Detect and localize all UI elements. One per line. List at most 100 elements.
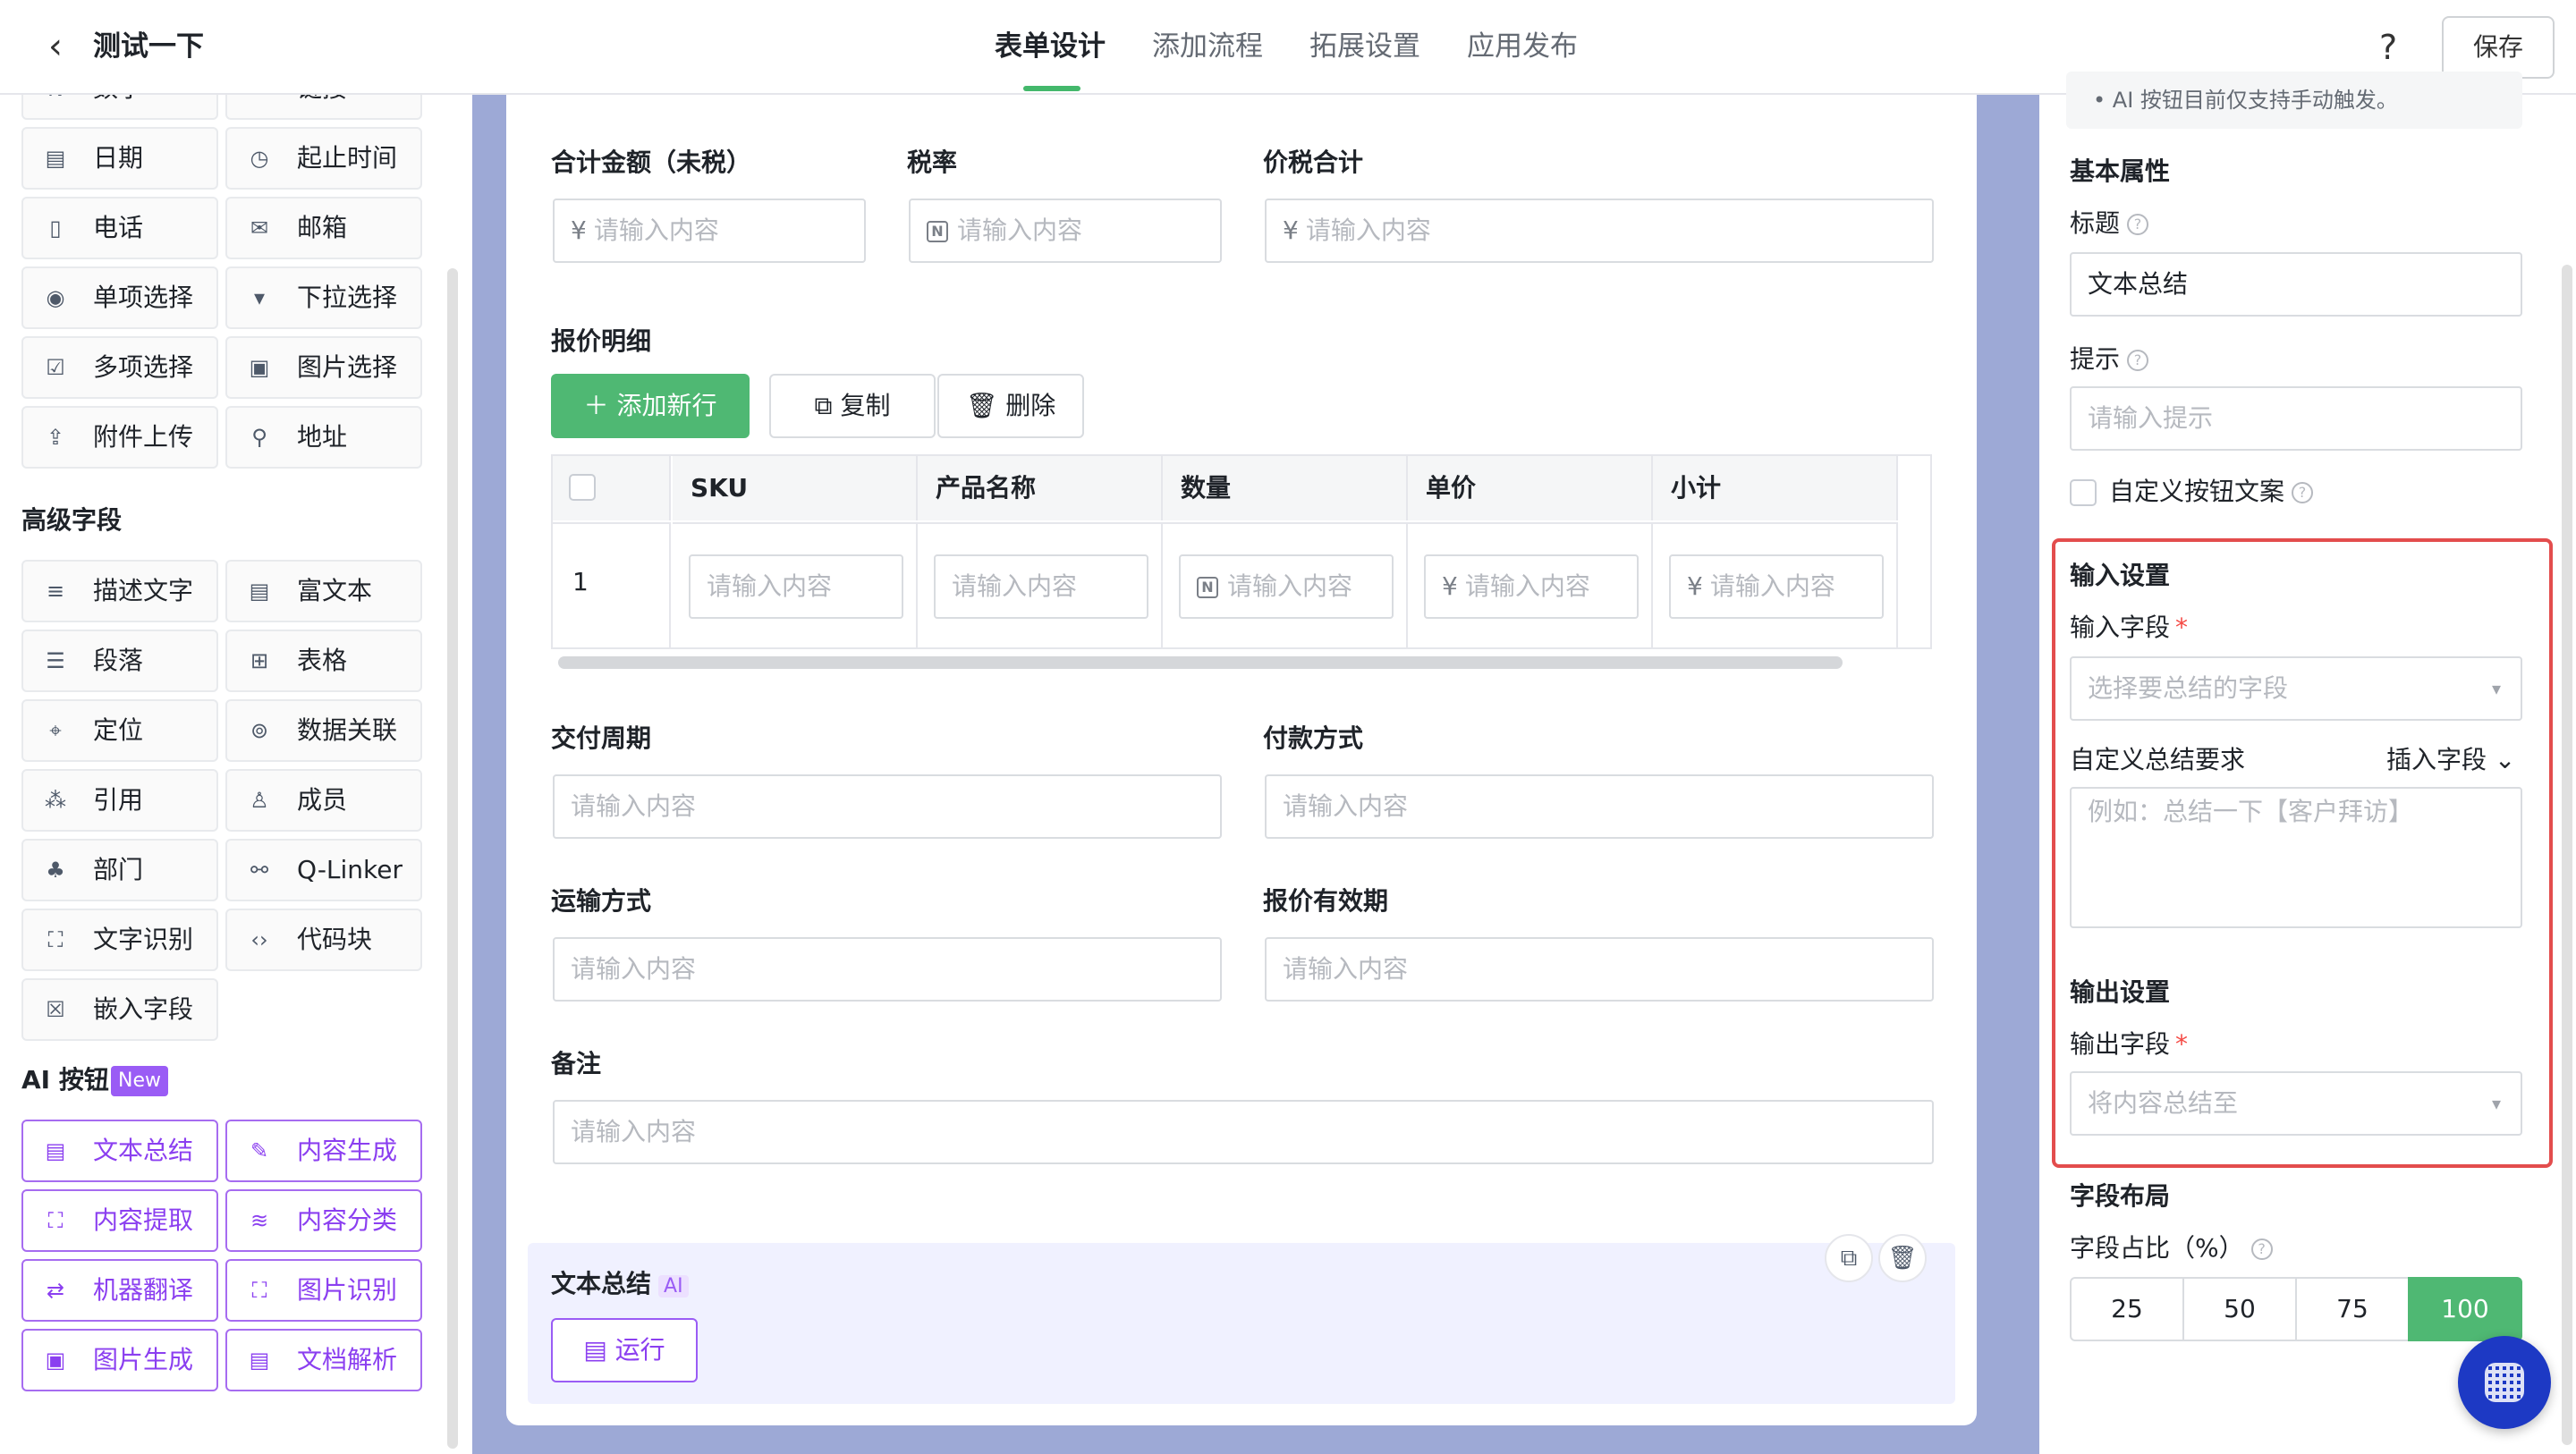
palette-item-ai-4[interactable]: ⇄ 机器翻译 (21, 1259, 218, 1322)
back-icon[interactable]: ‹ (36, 27, 75, 66)
table-row-index-cell: 1 (553, 522, 671, 649)
table-icon: ⊞ (250, 648, 269, 673)
ai-summary-block[interactable] (528, 1243, 1955, 1404)
palette-item-advanced-11[interactable]: ‹› 代码块 (225, 909, 422, 971)
help-icon[interactable]: ? (2127, 214, 2149, 235)
palette-item-advanced-4[interactable]: ⌖ 定位 (21, 699, 218, 762)
delete-button[interactable]: 🗑 删除 (937, 374, 1084, 438)
properties-scrollbar[interactable] (2562, 265, 2572, 1445)
palette-item-label: 图片生成 (93, 1345, 194, 1374)
select-all-checkbox[interactable] (569, 474, 596, 501)
tab-extend-settings[interactable]: 拓展设置 (1309, 25, 1420, 68)
tax-rate-input[interactable]: N 请输入内容 (909, 199, 1222, 263)
palette-item-basic-1[interactable]: ∞ 链接 (225, 95, 422, 120)
palette-item-label: 下拉选择 (297, 283, 398, 312)
assistant-float-button[interactable] (2458, 1336, 2551, 1429)
table-cell-input[interactable]: ¥ 请输入内容 (1669, 554, 1884, 619)
palette-item-ai-2[interactable]: ⛶ 内容提取 (21, 1189, 218, 1252)
palette-item-advanced-1[interactable]: ▤ 富文本 (225, 560, 422, 622)
palette-item-basic-3[interactable]: ◷ 起止时间 (225, 127, 422, 190)
palette-item-basic-8[interactable]: ☑ 多项选择 (21, 336, 218, 399)
add-row-button[interactable]: ＋ 添加新行 (551, 374, 750, 438)
validity-input[interactable]: 请输入内容 (1265, 937, 1934, 1002)
shipping-input[interactable]: 请输入内容 (553, 937, 1222, 1002)
palette-item-basic-5[interactable]: ✉ 邮箱 (225, 197, 422, 259)
palette-item-ai-3[interactable]: ≋ 内容分类 (225, 1189, 422, 1252)
help-icon[interactable]: ? (2127, 350, 2149, 371)
trash-icon[interactable]: 🗑 (1878, 1234, 1927, 1282)
output-field-select[interactable]: 将内容总结至 ▾ (2070, 1071, 2522, 1136)
chevron-down-icon: ⌄ (2487, 745, 2516, 774)
field-label-delivery: 交付周期 (551, 723, 652, 753)
palette-item-basic-6[interactable]: ◉ 单项选择 (21, 266, 218, 329)
palette-item-advanced-9[interactable]: ⚯ Q-Linker (225, 839, 422, 901)
field-ratio-label: 字段占比（%）? (2070, 1230, 2273, 1266)
code-block-icon: ‹› (250, 927, 268, 952)
ratio-option-50[interactable]: 50 (2182, 1277, 2297, 1341)
palette-item-advanced-12[interactable]: ☒ 嵌入字段 (21, 978, 218, 1041)
palette-item-ai-5[interactable]: ⛶ 图片识别 (225, 1259, 422, 1322)
palette-scrollbar[interactable] (447, 268, 458, 1449)
ratio-option-75[interactable]: 75 (2295, 1277, 2410, 1341)
ocr-icon: ⛶ (47, 927, 64, 952)
help-icon[interactable]: ? (2250, 1238, 2273, 1260)
input-settings-title: 输入设置 (2070, 561, 2171, 590)
run-button[interactable]: ▤ 运行 (551, 1318, 698, 1382)
tip-input[interactable]: 请输入提示 (2070, 386, 2522, 451)
table-horizontal-scrollbar[interactable] (558, 656, 1843, 669)
duplicate-icon[interactable]: ⧉ (1825, 1234, 1873, 1282)
text-summary-icon: ▤ (45, 1138, 66, 1163)
palette-item-basic-9[interactable]: ▣ 图片选择 (225, 336, 422, 399)
palette-item-advanced-0[interactable]: ≡ 描述文字 (21, 560, 218, 622)
tab-add-flow[interactable]: 添加流程 (1152, 25, 1263, 68)
payment-input[interactable]: 请输入内容 (1265, 774, 1934, 839)
title-label: 标题? (2070, 206, 2149, 241)
table-cell-input[interactable]: ¥ 请输入内容 (1424, 554, 1639, 619)
custom-requirement-textarea[interactable]: 例如：总结一下【客户拜访】 (2070, 787, 2522, 928)
copy-button[interactable]: ⧉ 复制 (769, 374, 936, 438)
palette-item-label: 文字识别 (93, 925, 194, 954)
total-with-tax-input[interactable]: ¥ 请输入内容 (1265, 199, 1934, 263)
date-icon: ▤ (45, 146, 66, 171)
tab-app-publish[interactable]: 应用发布 (1467, 25, 1578, 68)
palette-item-basic-11[interactable]: ⚲ 地址 (225, 406, 422, 469)
palette-item-label: 嵌入字段 (93, 994, 194, 1024)
palette-item-advanced-6[interactable]: ⁂ 引用 (21, 769, 218, 832)
palette-item-basic-4[interactable]: ▯ 电话 (21, 197, 218, 259)
palette-item-ai-1[interactable]: ✎ 内容生成 (225, 1120, 422, 1182)
palette-item-ai-6[interactable]: ▣ 图片生成 (21, 1329, 218, 1391)
link-icon: ∞ (245, 95, 274, 118)
table-cell-input[interactable]: 请输入内容 (689, 554, 903, 619)
palette-item-basic-2[interactable]: ▤ 日期 (21, 127, 218, 190)
table-cell-input[interactable]: 请输入内容 (934, 554, 1148, 619)
palette-item-advanced-5[interactable]: ⊚ 数据关联 (225, 699, 422, 762)
palette-item-basic-0[interactable]: N 数字 (21, 95, 218, 120)
ratio-option-25[interactable]: 25 (2070, 1277, 2184, 1341)
insert-field-dropdown[interactable]: 插入字段 ⌄ (2386, 742, 2515, 778)
delivery-input[interactable]: 请输入内容 (553, 774, 1222, 839)
palette-item-advanced-10[interactable]: ⛶ 文字识别 (21, 909, 218, 971)
palette-item-advanced-7[interactable]: ♙ 成员 (225, 769, 422, 832)
table-header-2: 数量 (1163, 456, 1408, 520)
palette-item-advanced-3[interactable]: ⊞ 表格 (225, 630, 422, 692)
field-label-remark: 备注 (551, 1049, 602, 1078)
ratio-option-100[interactable]: 100 (2408, 1277, 2522, 1341)
palette-item-basic-10[interactable]: ⇪ 附件上传 (21, 406, 218, 469)
palette-item-ai-7[interactable]: ▤ 文档解析 (225, 1329, 422, 1391)
plus-icon: ＋ (583, 391, 617, 420)
palette-item-advanced-8[interactable]: ♣ 部门 (21, 839, 218, 901)
table-cell-input[interactable]: N 请输入内容 (1179, 554, 1394, 619)
tab-form-design[interactable]: 表单设计 (995, 25, 1106, 68)
save-button[interactable]: 保存 (2442, 16, 2555, 79)
custom-button-text-checkbox[interactable] (2070, 479, 2097, 506)
copy-icon: ⧉ (814, 391, 841, 420)
help-icon[interactable]: ? (2379, 25, 2397, 70)
title-input[interactable]: 文本总结 (2070, 252, 2522, 317)
subtotal-input[interactable]: ¥ 请输入内容 (553, 199, 866, 263)
palette-item-basic-7[interactable]: ▾ 下拉选择 (225, 266, 422, 329)
palette-item-ai-0[interactable]: ▤ 文本总结 (21, 1120, 218, 1182)
remark-input[interactable]: 请输入内容 (553, 1100, 1934, 1164)
help-icon[interactable]: ? (2292, 482, 2314, 503)
input-field-select[interactable]: 选择要总结的字段 ▾ (2070, 656, 2522, 721)
palette-item-advanced-2[interactable]: ☰ 段落 (21, 630, 218, 692)
